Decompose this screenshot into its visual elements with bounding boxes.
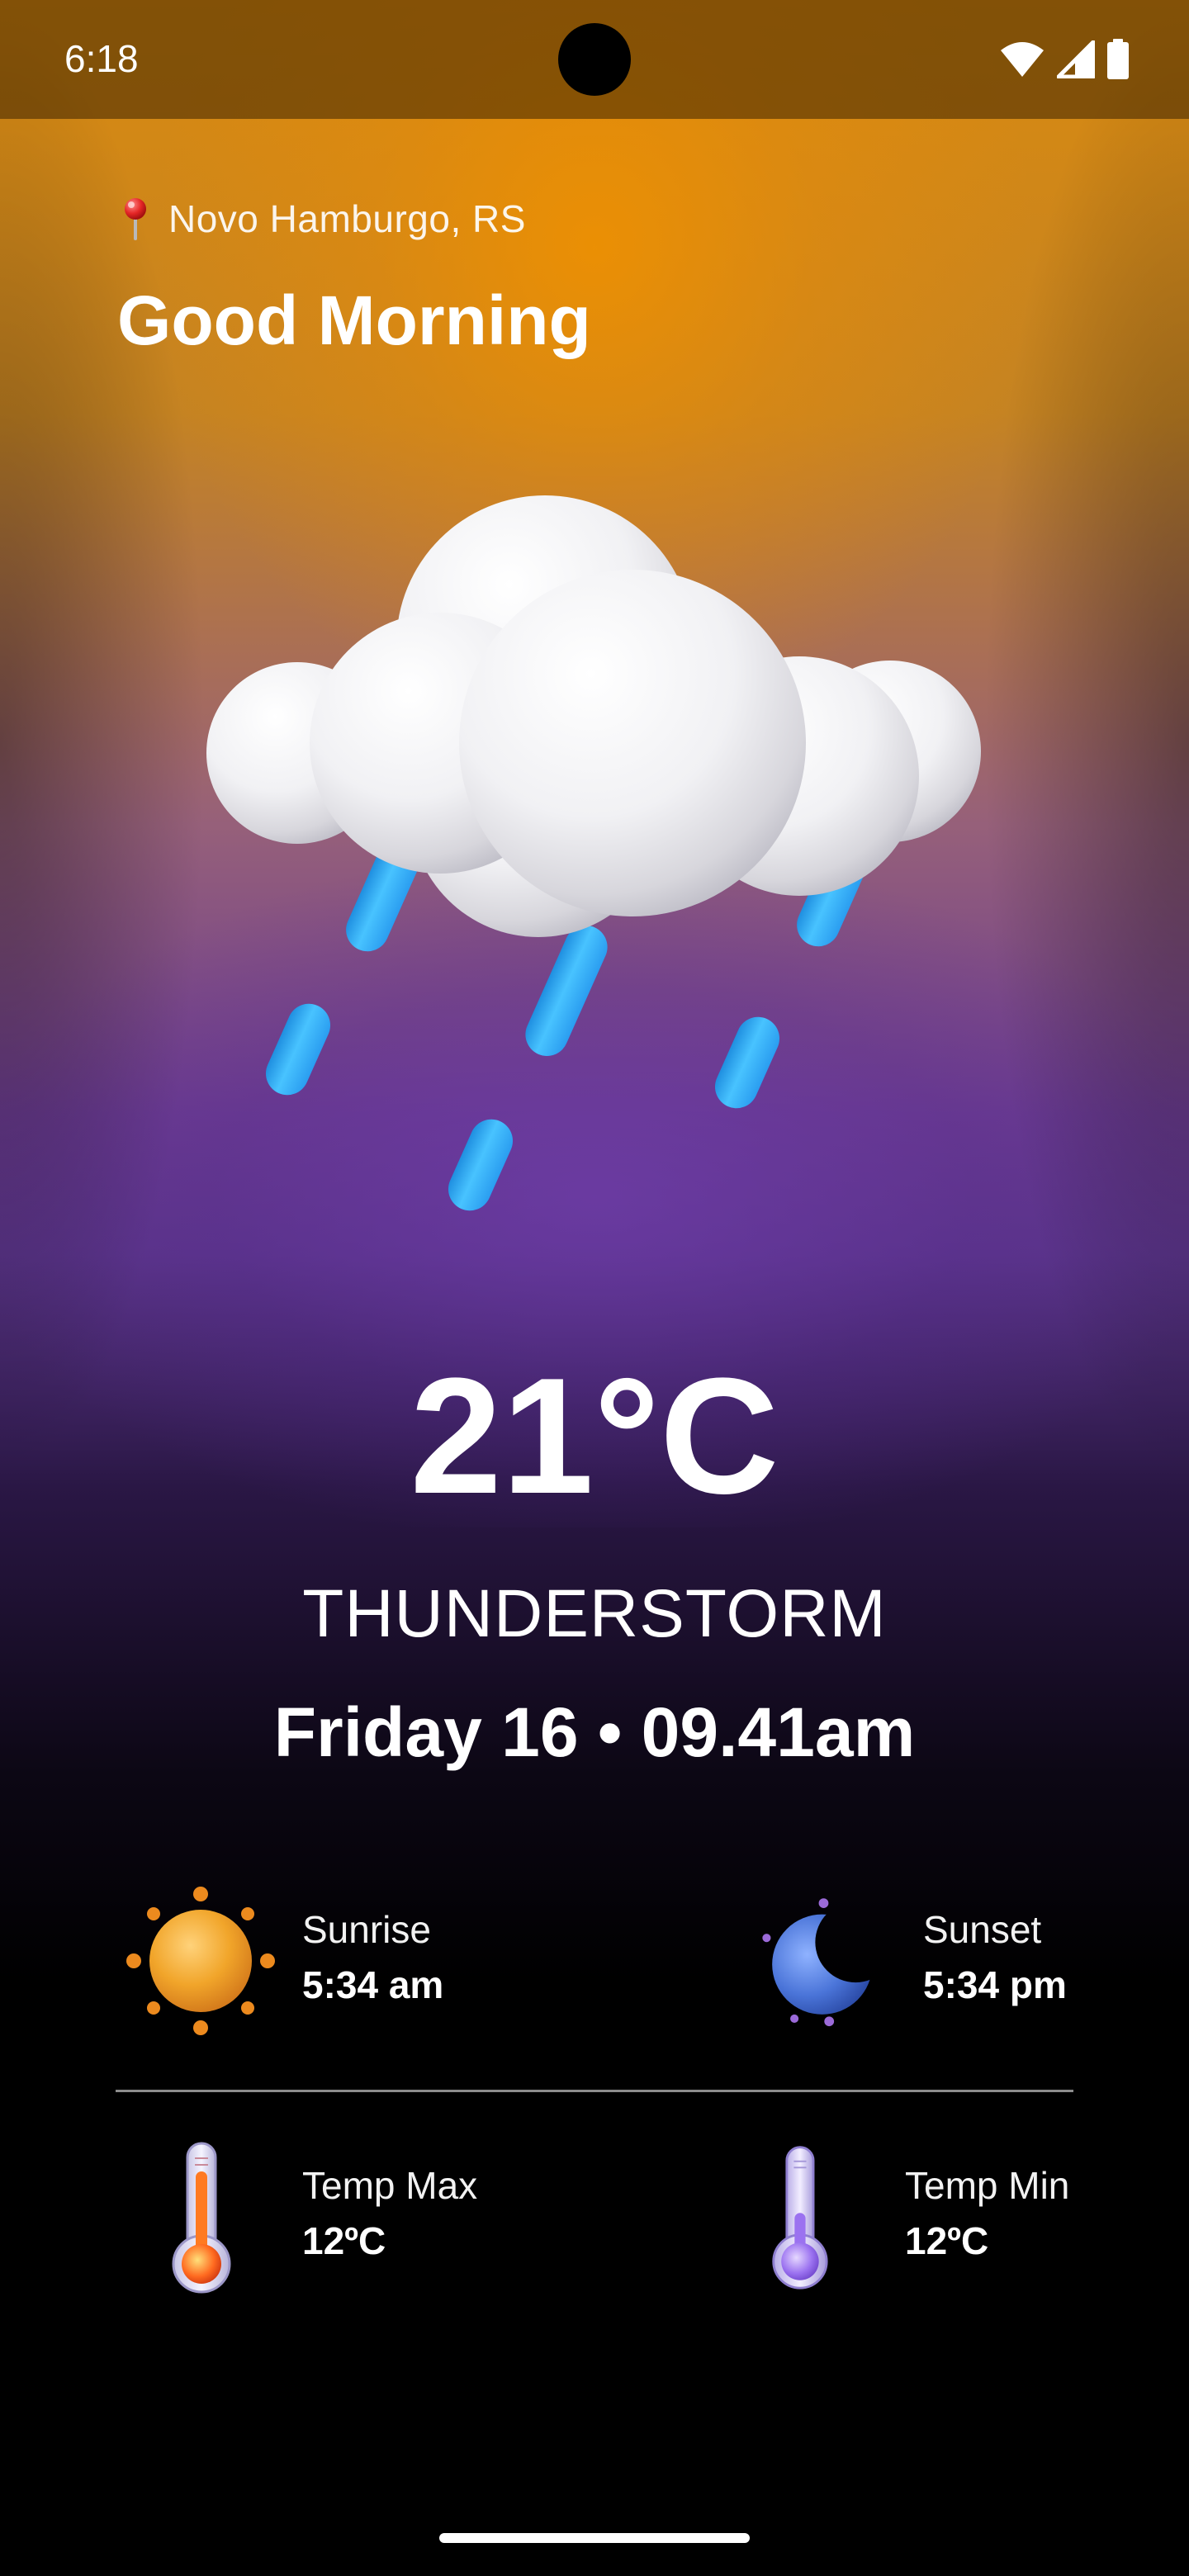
sunset-label: Sunset — [923, 1908, 1042, 1952]
temp-min-value: 12ºC — [905, 2219, 989, 2263]
temp-max-value: 12ºC — [302, 2219, 386, 2263]
greeting-title: Good Morning — [117, 282, 591, 359]
status-icons — [999, 38, 1130, 81]
cloud — [206, 495, 981, 937]
sunset-info: Sunset 5:34 pm — [760, 1882, 1067, 2039]
home-indicator[interactable] — [439, 2533, 750, 2543]
current-temperature: 21°C — [410, 1344, 779, 1528]
sunset-value: 5:34 pm — [923, 1963, 1067, 2007]
cell-signal-icon — [1057, 40, 1095, 78]
weather-condition: THUNDERSTORM — [302, 1576, 887, 1651]
sun-icon — [126, 1887, 275, 2035]
temp-min-label: Temp Min — [905, 2164, 1070, 2208]
temp-max-info: Temp Max 12ºC — [122, 2138, 477, 2295]
section-divider — [116, 2090, 1073, 2092]
thermometer-cold-icon — [772, 2146, 828, 2290]
location-name: Novo Hamburgo, RS — [168, 197, 526, 240]
moon-icon — [762, 1898, 873, 2027]
battery-icon — [1107, 39, 1129, 79]
background-shade-right — [983, 0, 1189, 1486]
sunrise-label: Sunrise — [302, 1908, 431, 1952]
temp-max-label: Temp Max — [302, 2164, 478, 2208]
location-selector[interactable]: Novo Hamburgo, RS — [121, 197, 526, 241]
current-datetime: Friday 16 • 09.41am — [273, 1693, 916, 1771]
thermometer-hot-icon — [172, 2142, 231, 2294]
sunrise-value: 5:34 am — [302, 1963, 444, 2007]
temp-min-info: Temp Min 12ºC — [725, 2138, 1069, 2295]
rain-cloud-icon — [206, 495, 981, 1211]
location-pin-icon — [125, 198, 146, 240]
sunrise-info: Sunrise 5:34 am — [122, 1882, 443, 2039]
wifi-icon — [1001, 42, 1044, 77]
weather-screen: 6:18 Novo Hamburgo, RS Good Morning 21°C… — [0, 0, 1189, 2576]
status-time: 6:18 — [64, 37, 139, 80]
camera-cutout — [558, 23, 631, 96]
status-bar: 6:18 — [0, 0, 1189, 119]
